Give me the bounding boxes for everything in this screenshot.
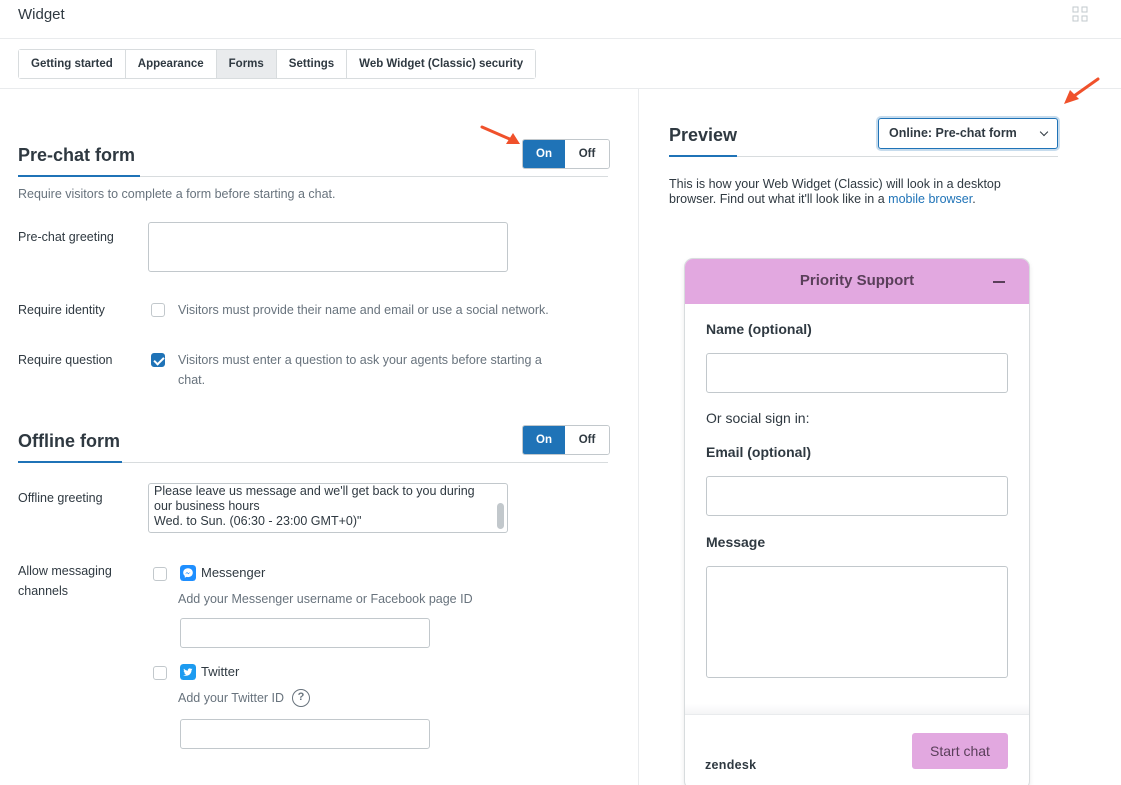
message-field-label: Message bbox=[706, 534, 766, 550]
preview-desc-line-1: This is how your Web Widget (Classic) wi… bbox=[669, 177, 1001, 191]
grid-icon[interactable] bbox=[1072, 6, 1088, 22]
require-identity-label: Require identity bbox=[18, 303, 105, 317]
channels-label-1: Allow messaging bbox=[18, 564, 112, 578]
messenger-hint: Add your Messenger username or Facebook … bbox=[178, 592, 473, 606]
twitter-label: Twitter bbox=[201, 664, 240, 679]
messenger-checkbox[interactable] bbox=[153, 567, 167, 581]
offline-underline bbox=[18, 461, 122, 463]
offline-greeting-input[interactable]: Please leave us message and we'll get ba… bbox=[148, 483, 508, 533]
prechat-on-button[interactable]: On bbox=[523, 140, 565, 168]
require-question-checkbox[interactable] bbox=[151, 353, 165, 367]
social-sign-in-text: Or social sign in: bbox=[706, 410, 810, 426]
name-field-label: Name (optional) bbox=[706, 321, 812, 337]
help-icon[interactable]: ? bbox=[292, 689, 310, 707]
tab-settings[interactable]: Settings bbox=[276, 50, 348, 78]
email-field-label: Email (optional) bbox=[706, 444, 811, 460]
twitter-checkbox[interactable] bbox=[153, 666, 167, 680]
preview-mode-value: Online: Pre-chat form bbox=[889, 126, 1017, 140]
widget-footer-divider bbox=[685, 714, 1029, 715]
tab-bar: Getting started Appearance Forms Setting… bbox=[18, 49, 537, 79]
twitter-icon bbox=[180, 664, 196, 680]
widget-footer-shadow bbox=[685, 704, 1029, 714]
channels-label-2: channels bbox=[18, 584, 69, 598]
preview-mode-select[interactable]: Online: Pre-chat form bbox=[878, 118, 1058, 149]
column-divider bbox=[638, 89, 639, 785]
preview-desc-prefix: browser. Find out what it'll look like i… bbox=[669, 192, 889, 206]
preview-title: Preview bbox=[669, 125, 738, 145]
messenger-input[interactable] bbox=[180, 618, 430, 648]
require-identity-checkbox[interactable] bbox=[151, 303, 165, 317]
offline-off-button[interactable]: Off bbox=[565, 426, 609, 454]
offline-on-button[interactable]: On bbox=[523, 426, 565, 454]
require-question-text-2: chat. bbox=[178, 373, 206, 387]
prechat-title: Pre-chat form bbox=[18, 145, 136, 165]
messenger-icon bbox=[180, 565, 196, 581]
start-chat-button[interactable]: Start chat bbox=[912, 733, 1008, 769]
preview-description: This is how your Web Widget (Classic) wi… bbox=[669, 177, 1049, 207]
widget-title: Priority Support bbox=[799, 272, 915, 289]
tab-getting-started[interactable]: Getting started bbox=[19, 50, 126, 78]
tab-security[interactable]: Web Widget (Classic) security bbox=[347, 50, 536, 78]
prechat-greeting-label: Pre-chat greeting bbox=[18, 230, 114, 244]
zendesk-logo[interactable]: zendesk bbox=[705, 758, 756, 772]
page-title: Widget bbox=[18, 6, 65, 23]
annotation-arrow-icon bbox=[480, 125, 520, 144]
prechat-description: Require visitors to complete a form befo… bbox=[18, 187, 336, 201]
mobile-browser-link[interactable]: mobile browser bbox=[888, 192, 972, 206]
offline-greeting-line-2: our business hours bbox=[154, 499, 260, 513]
require-identity-text: Visitors must provide their name and ema… bbox=[178, 303, 549, 317]
tab-forms[interactable]: Forms bbox=[216, 50, 277, 78]
minimize-icon[interactable] bbox=[993, 281, 1005, 283]
offline-title: Offline form bbox=[18, 431, 120, 451]
prechat-off-button[interactable]: Off bbox=[565, 140, 609, 168]
twitter-hint: Add your Twitter ID bbox=[178, 691, 285, 705]
preview-underline bbox=[669, 155, 737, 157]
annotation-arrow-icon bbox=[1064, 77, 1100, 104]
offline-greeting-line-1: Please leave us message and we'll get ba… bbox=[154, 484, 475, 498]
twitter-input[interactable] bbox=[180, 719, 430, 749]
preview-desc-line-2: browser. Find out what it'll look like i… bbox=[669, 192, 1049, 207]
messenger-label: Messenger bbox=[201, 565, 266, 580]
content-divider bbox=[0, 88, 1121, 89]
email-field[interactable] bbox=[706, 476, 1008, 516]
offline-greeting-line-3: Wed. to Sun. (06:30 - 23:00 GMT+0)" bbox=[154, 514, 362, 528]
prechat-toggle: On Off bbox=[522, 139, 610, 169]
preview-desc-suffix: . bbox=[972, 192, 976, 206]
message-field[interactable] bbox=[706, 566, 1008, 678]
top-bar: Widget bbox=[0, 0, 1121, 39]
offline-greeting-label: Offline greeting bbox=[18, 491, 103, 505]
offline-toggle: On Off bbox=[522, 425, 610, 455]
widget-header: Priority Support bbox=[685, 259, 1029, 304]
prechat-greeting-input[interactable] bbox=[148, 222, 508, 272]
require-question-label: Require question bbox=[18, 353, 113, 367]
require-question-text-1: Visitors must enter a question to ask yo… bbox=[178, 353, 542, 367]
widget-preview: Priority Support Name (optional) Or soci… bbox=[685, 259, 1029, 785]
prechat-underline bbox=[18, 175, 140, 177]
tab-appearance[interactable]: Appearance bbox=[125, 50, 217, 78]
chevron-down-icon bbox=[1039, 127, 1049, 137]
textarea-scrollbar[interactable] bbox=[497, 503, 504, 529]
name-field[interactable] bbox=[706, 353, 1008, 393]
